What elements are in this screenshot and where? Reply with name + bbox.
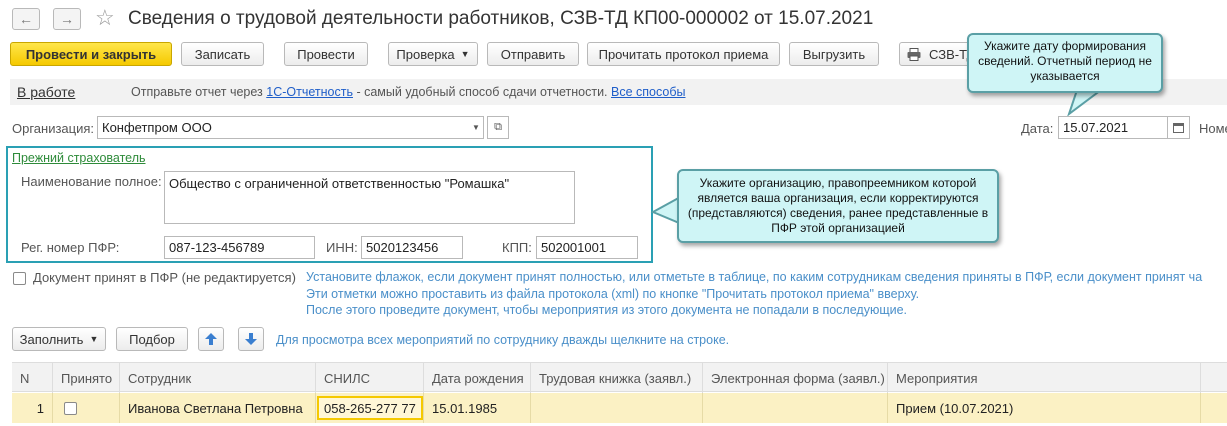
row-snils-cell: 058-265-277 77 xyxy=(316,393,424,423)
org-dropdown-icon[interactable]: ▼ xyxy=(468,117,484,138)
row-snils[interactable]: 058-265-277 77 xyxy=(317,396,423,420)
post-button[interactable]: Провести xyxy=(284,42,368,66)
row-employee: Иванова Светлана Петровна xyxy=(120,393,316,423)
star-icon[interactable]: ☆ xyxy=(95,5,115,31)
col-employee[interactable]: Сотрудник xyxy=(120,363,316,393)
pfr-label: Рег. номер ПФР: xyxy=(21,240,120,255)
col-snils[interactable]: СНИЛС xyxy=(316,363,424,393)
row-birth-date: 15.01.1985 xyxy=(424,393,531,423)
check-label: Проверка xyxy=(396,46,455,62)
date-label: Дата: xyxy=(1021,121,1054,136)
col-events[interactable]: Мероприятия xyxy=(888,363,1201,393)
full-name-textarea[interactable]: Общество с ограниченной ответственностью… xyxy=(164,171,575,224)
org-open-button[interactable]: ⧉ xyxy=(487,116,509,139)
back-button[interactable]: ← xyxy=(12,8,40,30)
fill-dropdown-button[interactable]: Заполнить ▼ xyxy=(12,327,106,351)
org-field[interactable]: Конфетпром ООО xyxy=(97,116,484,139)
printer-icon xyxy=(907,47,921,61)
table-hint: Для просмотра всех мероприятий по сотруд… xyxy=(276,333,730,347)
move-up-button[interactable] xyxy=(198,327,224,351)
col-accepted[interactable]: Принято xyxy=(53,363,120,393)
forward-button[interactable]: → xyxy=(53,8,81,30)
read-protocol-button[interactable]: Прочитать протокол приема xyxy=(587,42,780,66)
row-accepted-cell xyxy=(53,393,120,423)
prev-insurer-link[interactable]: Прежний страхователь xyxy=(12,151,146,165)
inn-value: 5020123456 xyxy=(366,240,439,255)
select-button[interactable]: Подбор xyxy=(116,327,188,351)
org-value: Конфетпром ООО xyxy=(102,120,212,135)
table-row[interactable]: 1 Иванова Светлана Петровна 058-265-277 … xyxy=(12,393,1227,423)
inn-label: ИНН: xyxy=(326,240,358,255)
row-events: Прием (10.07.2021) xyxy=(888,393,1201,423)
status-text-after: - самый удобный способ сдачи отчетности. xyxy=(356,85,608,99)
move-down-button[interactable] xyxy=(238,327,264,351)
row-accepted-checkbox[interactable] xyxy=(64,401,77,415)
send-button[interactable]: Отправить xyxy=(487,42,579,66)
service-link[interactable]: 1С-Отчетность xyxy=(266,85,353,99)
col-electronic-form[interactable]: Электронная форма (заявл.) xyxy=(703,363,888,393)
kpp-label: КПП: xyxy=(502,240,532,255)
col-work-book[interactable]: Трудовая книжка (заявл.) xyxy=(531,363,703,393)
caret-down-icon: ▼ xyxy=(460,49,470,59)
accepted-label: Документ принят в ПФР (не редактируется) xyxy=(33,270,296,285)
row-work-book xyxy=(531,393,703,423)
date-value: 15.07.2021 xyxy=(1063,120,1129,135)
open-icon: ⧉ xyxy=(494,121,502,133)
arrow-down-icon xyxy=(245,333,257,345)
row-number: 1 xyxy=(12,393,53,423)
org-tooltip: Укажите организацию, правопреемником кот… xyxy=(677,169,999,243)
row-electronic-form xyxy=(703,393,888,423)
fill-label: Заполнить xyxy=(19,331,84,347)
kpp-value: 502001001 xyxy=(541,240,607,255)
full-name-label: Наименование полное: xyxy=(21,174,162,189)
post-and-close-button[interactable]: Провести и закрыть xyxy=(10,42,172,66)
inn-field[interactable]: 5020123456 xyxy=(361,236,463,259)
pfr-field[interactable]: 087-123-456789 xyxy=(164,236,315,259)
kpp-field[interactable]: 502001001 xyxy=(536,236,638,259)
save-button[interactable]: Записать xyxy=(181,42,264,66)
calendar-button[interactable] xyxy=(1167,116,1190,139)
caret-down-icon: ▼ xyxy=(89,334,99,344)
calendar-icon xyxy=(1173,123,1184,133)
col-n[interactable]: N xyxy=(12,363,53,393)
accepted-note-3: После этого проведите документ, чтобы ме… xyxy=(306,303,908,317)
accepted-checkbox[interactable] xyxy=(13,272,26,285)
status-message: Отправьте отчет через 1С-Отчетность - са… xyxy=(131,85,686,99)
status-state-link[interactable]: В работе xyxy=(17,84,75,100)
accepted-note-2: Эти отметки можно проставить из файла пр… xyxy=(306,287,920,301)
page-title: Сведения о трудовой деятельности работни… xyxy=(128,8,874,29)
org-label: Организация: xyxy=(12,121,95,136)
arrow-right-icon: → xyxy=(60,11,74,27)
date-field[interactable]: 15.07.2021 xyxy=(1058,116,1168,139)
col-birth-date[interactable]: Дата рождения xyxy=(424,363,531,393)
arrow-up-icon xyxy=(205,333,217,345)
all-ways-link[interactable]: Все способы xyxy=(611,85,685,99)
date-tooltip: Укажите дату формирования сведений. Отче… xyxy=(967,33,1163,93)
date-tip-pointer xyxy=(1067,90,1103,116)
accepted-note-1: Установите флажок, если документ принят … xyxy=(306,270,1203,284)
status-text-before: Отправьте отчет через xyxy=(131,85,263,99)
check-dropdown-button[interactable]: Проверка ▼ xyxy=(388,42,478,66)
arrow-left-icon: ← xyxy=(19,11,33,27)
pfr-value: 087-123-456789 xyxy=(169,240,265,255)
export-button[interactable]: Выгрузить xyxy=(789,42,879,66)
number-label: Номе xyxy=(1199,121,1227,136)
table-header: N Принято Сотрудник СНИЛС Дата рождения … xyxy=(12,362,1227,393)
